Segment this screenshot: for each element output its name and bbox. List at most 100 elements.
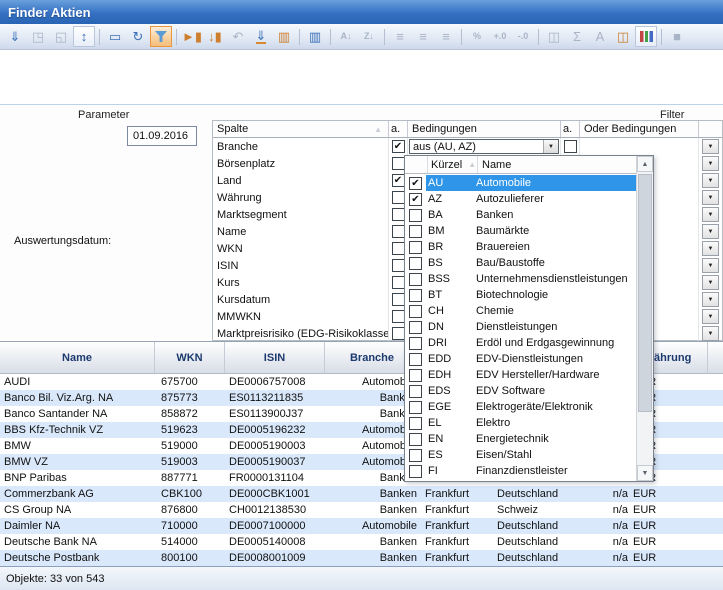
branche-option[interactable]: EDD EDV-Dienstleistungen: [405, 351, 637, 367]
branche-option[interactable]: AU Automobile: [405, 175, 637, 191]
scroll-down-icon[interactable]: ▼: [637, 465, 653, 481]
branche-option[interactable]: FI Finanzdienstleister: [405, 463, 637, 479]
and-checkbox[interactable]: [392, 276, 405, 289]
branche-option[interactable]: BR Brauereien: [405, 239, 637, 255]
branche-checkbox[interactable]: [409, 321, 422, 334]
and-checkbox[interactable]: [392, 157, 405, 170]
branche-checkbox[interactable]: [409, 385, 422, 398]
freeze-column-icon[interactable]: ◫: [543, 26, 565, 47]
filter-dropdown-button[interactable]: ▼: [702, 309, 719, 324]
results-column-header[interactable]: Name: [0, 342, 155, 373]
branche-checkbox[interactable]: [409, 241, 422, 254]
branche-checkbox[interactable]: [409, 465, 422, 478]
percent-icon[interactable]: %: [466, 26, 488, 47]
branche-option[interactable]: EDS EDV Software: [405, 383, 637, 399]
scrollbar-thumb[interactable]: [638, 174, 652, 412]
branche-checkbox[interactable]: [409, 433, 422, 446]
branche-option[interactable]: EDH EDV Hersteller/Hardware: [405, 367, 637, 383]
result-row[interactable]: Deutsche Postbank 800100 DE0008001009 Ba…: [0, 550, 723, 566]
undo-icon[interactable]: ↶: [227, 26, 249, 47]
shrink-icon[interactable]: ◳: [27, 26, 49, 47]
branche-option[interactable]: DRI Erdöl und Erdgasgewinnung: [405, 335, 637, 351]
bedingungen-column-header[interactable]: Bedingungen: [408, 121, 561, 137]
result-row[interactable]: CS Group NA 876800 CH0012138530 Banken F…: [0, 502, 723, 518]
result-row[interactable]: Commerzbank AG CBK100 DE000CBK1001 Banke…: [0, 486, 723, 502]
add-decimal-icon[interactable]: +.0: [489, 26, 511, 47]
align-right-icon[interactable]: ≡: [435, 26, 457, 47]
branche-checkbox[interactable]: [409, 273, 422, 286]
column-settings-icon[interactable]: ◫: [612, 26, 634, 47]
auswertungsdatum-input[interactable]: 01.09.2016: [127, 126, 197, 146]
branche-option[interactable]: BSS Unternehmensdienstleistungen: [405, 271, 637, 287]
branche-checkbox[interactable]: [409, 369, 422, 382]
result-row[interactable]: Deutsche Bank NA 514000 DE0005140008 Ban…: [0, 534, 723, 550]
and-checkbox[interactable]: [392, 310, 405, 323]
and2-column-header[interactable]: a.: [561, 121, 580, 137]
sort-za-icon[interactable]: Z↓: [358, 26, 380, 47]
branche-checkbox[interactable]: [409, 177, 422, 190]
filter-icon[interactable]: [150, 26, 172, 47]
align-center-icon[interactable]: ≡: [412, 26, 434, 47]
branche-checkbox[interactable]: [409, 353, 422, 366]
remove-decimal-icon[interactable]: -.0: [512, 26, 534, 47]
branche-checkbox[interactable]: [409, 209, 422, 222]
chart-icon[interactable]: [635, 26, 657, 47]
font-icon[interactable]: A: [589, 26, 611, 47]
or-checkbox[interactable]: [564, 140, 577, 153]
import-icon[interactable]: ⇓: [4, 26, 26, 47]
column-filter-icon[interactable]: ▥: [273, 26, 295, 47]
branche-option[interactable]: BA Banken: [405, 207, 637, 223]
results-column-header[interactable]: WKN: [155, 342, 225, 373]
filter-dropdown-button[interactable]: ▼: [702, 173, 719, 188]
oder-bedingungen-column-header[interactable]: Oder Bedingungen: [580, 121, 699, 137]
branche-checkbox[interactable]: [409, 449, 422, 462]
and-checkbox[interactable]: [392, 140, 405, 153]
branche-option[interactable]: DN Dienstleistungen: [405, 319, 637, 335]
spalte-column-header[interactable]: Spalte ▲: [213, 121, 389, 137]
branche-checkbox[interactable]: [409, 417, 422, 430]
results-column-header[interactable]: [708, 342, 723, 373]
align-left-icon[interactable]: ≡: [389, 26, 411, 47]
branche-checkbox[interactable]: [409, 401, 422, 414]
swap-icon[interactable]: ↻: [127, 26, 149, 47]
title-bar[interactable]: Finder Aktien: [0, 0, 723, 24]
kuerzel-column-header[interactable]: Kürzel ▲: [427, 156, 477, 173]
filter-dropdown-button[interactable]: ▼: [702, 190, 719, 205]
filter-dropdown-button[interactable]: ▼: [702, 224, 719, 239]
insert-column-right-icon[interactable]: ►▮: [181, 26, 203, 47]
and-checkbox[interactable]: [392, 259, 405, 272]
move-down-icon[interactable]: ⇓: [250, 26, 272, 47]
branche-option[interactable]: BM Baumärkte: [405, 223, 637, 239]
branche-option[interactable]: EL Elektro: [405, 415, 637, 431]
insert-value-icon[interactable]: ↓▮: [204, 26, 226, 47]
branche-option[interactable]: EN Energietechnik: [405, 431, 637, 447]
sum-icon[interactable]: Σ: [566, 26, 588, 47]
branche-option[interactable]: AZ Autozulieferer: [405, 191, 637, 207]
branche-option[interactable]: ES Eisen/Stahl: [405, 447, 637, 463]
branche-checkbox[interactable]: [409, 337, 422, 350]
result-row[interactable]: Daimler NA 710000 DE0007100000 Automobil…: [0, 518, 723, 534]
branche-checkbox[interactable]: [409, 257, 422, 270]
branche-option[interactable]: CH Chemie: [405, 303, 637, 319]
sort-az-icon[interactable]: A↓: [335, 26, 357, 47]
filter-dropdown-button[interactable]: ▼: [702, 258, 719, 273]
branche-option[interactable]: BT Biotechnologie: [405, 287, 637, 303]
branche-checkbox[interactable]: [409, 193, 422, 206]
results-column-header[interactable]: ISIN: [225, 342, 325, 373]
filter-dropdown-button[interactable]: ▼: [702, 275, 719, 290]
and-checkbox[interactable]: [392, 191, 405, 204]
branche-checkbox[interactable]: [409, 305, 422, 318]
branche-option[interactable]: EGE Elektrogeräte/Elektronik: [405, 399, 637, 415]
and-checkbox[interactable]: [392, 293, 405, 306]
branche-checkbox[interactable]: [409, 225, 422, 238]
filter-dropdown-button[interactable]: ▼: [702, 139, 719, 154]
and-checkbox[interactable]: [392, 174, 405, 187]
filter-dropdown-button[interactable]: ▼: [702, 241, 719, 256]
scroll-up-icon[interactable]: ▲: [637, 156, 653, 172]
and-checkbox[interactable]: [392, 208, 405, 221]
bedingungen-combo[interactable]: aus (AU, AZ) ▼: [409, 139, 559, 154]
branche-option[interactable]: BS Bau/Baustoffe: [405, 255, 637, 271]
filter-dropdown-button[interactable]: ▼: [702, 326, 719, 341]
stop-icon[interactable]: ■: [666, 26, 688, 47]
filter-dropdown-button[interactable]: ▼: [702, 156, 719, 171]
